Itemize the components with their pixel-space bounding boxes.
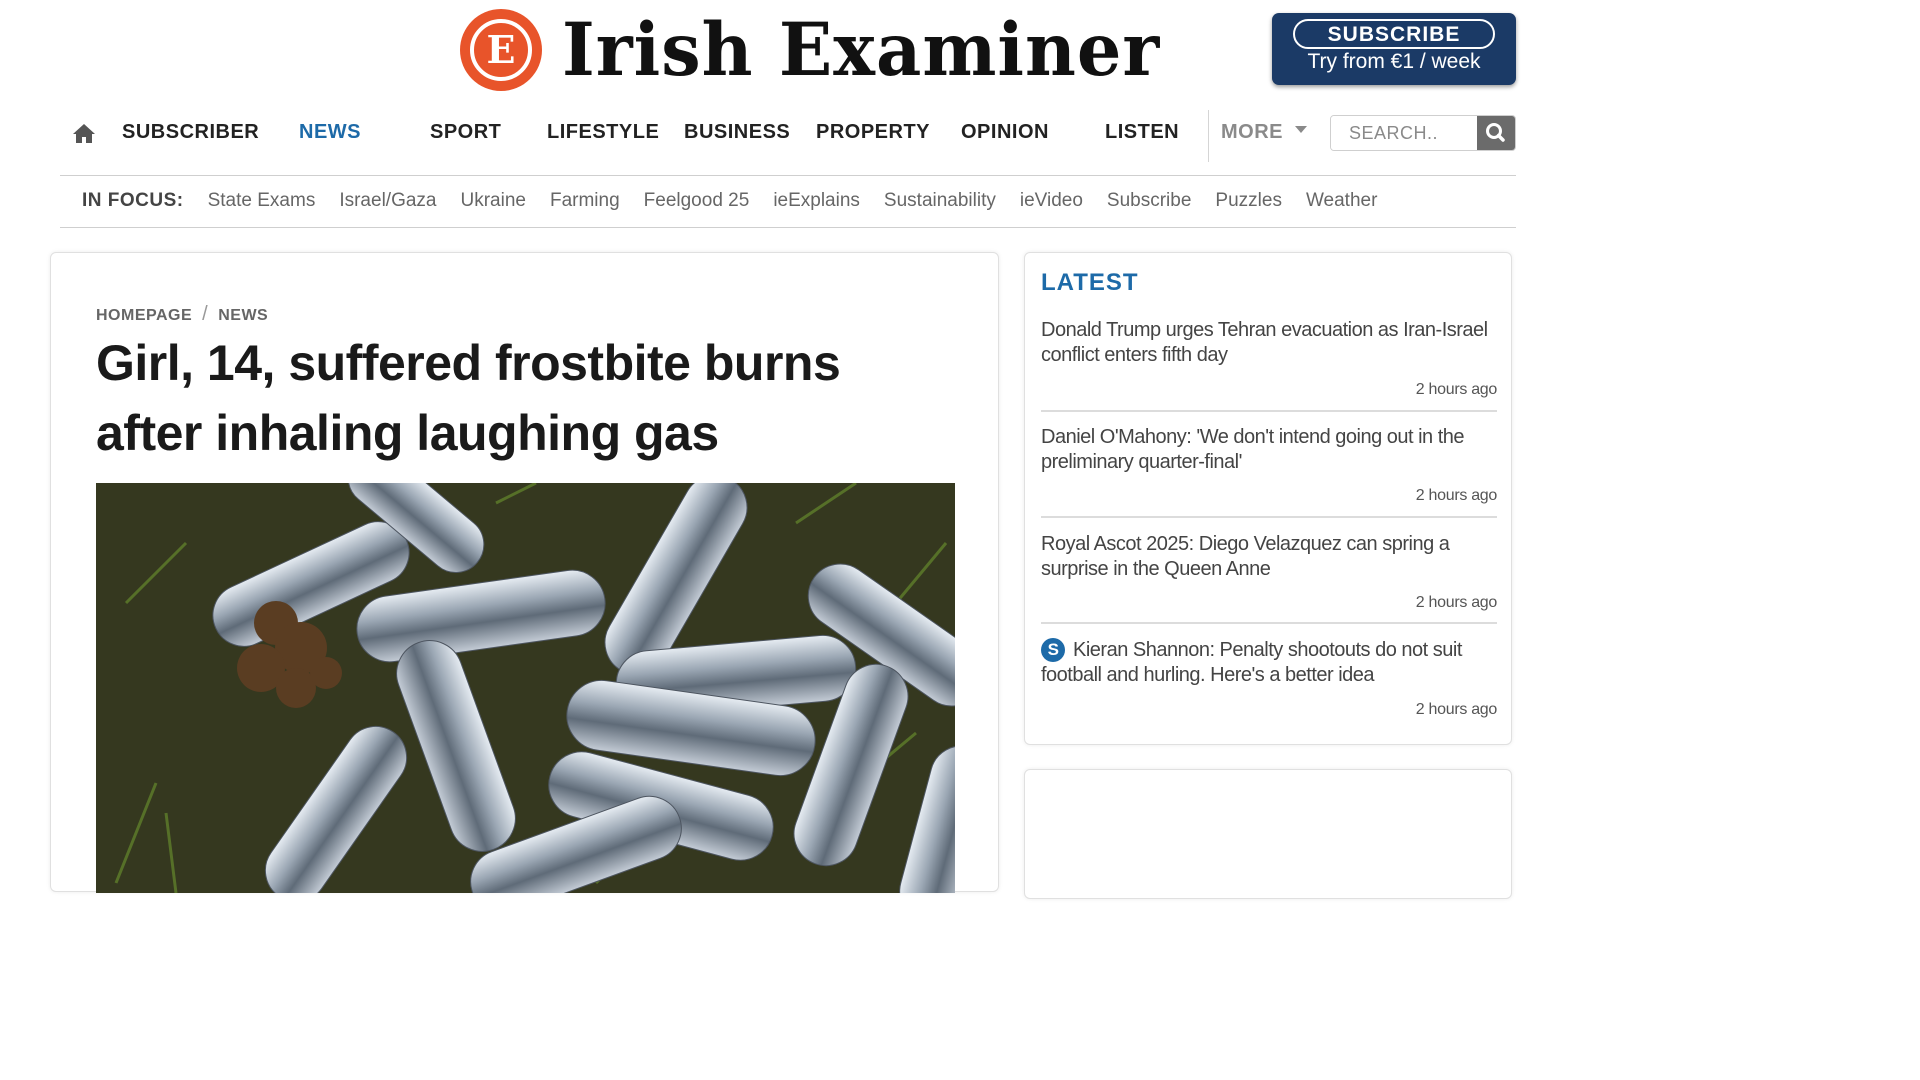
in-focus-link[interactable]: Sustainability — [884, 190, 996, 212]
subscribe-button[interactable]: SUBSCRIBE Try from €1 / week — [1272, 13, 1516, 85]
in-focus-bar: IN FOCUS: State Exams Israel/Gaza Ukrain… — [82, 190, 1401, 212]
site-logo[interactable]: E Irish Examiner — [460, 5, 1161, 94]
breadcrumb-home[interactable]: HOMEPAGE — [96, 307, 192, 324]
latest-item-divider — [1041, 622, 1497, 624]
latest-item-headline: Kieran Shannon: Penalty shootouts do not… — [1041, 639, 1462, 686]
in-focus-divider-line — [60, 227, 1516, 228]
latest-item-headline[interactable]: Daniel O'Mahony: 'We don't intend going … — [1041, 425, 1497, 475]
nav-divider — [1208, 110, 1209, 162]
latest-item: Daniel O'Mahony: 'We don't intend going … — [1041, 425, 1497, 531]
more-label: MORE — [1221, 121, 1283, 143]
more-menu[interactable]: MORE — [1221, 121, 1307, 144]
latest-item: Donald Trump urges Tehran evacuation as … — [1041, 318, 1497, 424]
masthead: E Irish Examiner SUBSCRIBE Try from €1 /… — [0, 0, 1556, 100]
latest-item-headline[interactable]: Royal Ascot 2025: Diego Velazquez can sp… — [1041, 532, 1497, 582]
in-focus-label: IN FOCUS: — [82, 190, 184, 211]
in-focus-link[interactable]: Israel/Gaza — [339, 190, 436, 212]
logo-letter: E — [470, 18, 532, 81]
nav-item-business[interactable]: BUSINESS — [684, 121, 790, 144]
nav-item-subscriber[interactable]: SUBSCRIBER — [122, 121, 259, 144]
in-focus-link[interactable]: Feelgood 25 — [644, 190, 750, 212]
nav-item-lifestyle[interactable]: LIFESTYLE — [547, 121, 659, 144]
latest-title: LATEST — [1041, 269, 1139, 296]
in-focus-link[interactable]: State Exams — [208, 190, 316, 212]
latest-item: S Kieran Shannon: Penalty shootouts do no… — [1041, 638, 1497, 738]
article-card: HOMEPAGE / NEWS Girl, 14, suffered frostbi… — [50, 252, 999, 893]
nav-item-opinion[interactable]: OPINION — [961, 121, 1049, 144]
article-hero-image[interactable] — [96, 483, 955, 893]
latest-panel: LATEST Donald Trump urges Tehran evacuat… — [1024, 252, 1512, 745]
latest-item: Royal Ascot 2025: Diego Velazquez can sp… — [1041, 532, 1497, 638]
latest-item-headline[interactable]: Donald Trump urges Tehran evacuation as … — [1041, 318, 1497, 368]
logo-emblem-icon: E — [460, 8, 542, 91]
nav-divider-line — [60, 175, 1516, 176]
ad-slot — [1024, 769, 1512, 899]
subscribe-price: Try from €1 / week — [1307, 50, 1481, 73]
in-focus-link[interactable]: ieExplains — [773, 190, 860, 212]
latest-item-divider — [1041, 410, 1497, 412]
subscriber-badge-icon: S — [1041, 638, 1065, 662]
in-focus-link[interactable]: Puzzles — [1215, 190, 1282, 212]
chevron-down-icon — [1295, 126, 1307, 134]
in-focus-link[interactable]: Weather — [1306, 190, 1377, 212]
search-button[interactable] — [1477, 116, 1515, 150]
latest-item-headline-row[interactable]: S Kieran Shannon: Penalty shootouts do no… — [1041, 638, 1497, 688]
article-headline: Girl, 14, suffered frostbite burns after… — [96, 335, 841, 461]
main-nav: SUBSCRIBER NEWS SPORT LIFESTYLE BUSINESS… — [60, 106, 1516, 166]
search-icon — [1486, 123, 1505, 142]
in-focus-link[interactable]: Subscribe — [1107, 190, 1192, 212]
latest-item-time: 2 hours ago — [1415, 381, 1498, 398]
in-focus-link[interactable]: Ukraine — [460, 190, 525, 212]
logo-wordmark: Irish Examiner — [562, 5, 1161, 94]
canisters-image — [96, 483, 955, 893]
subscribe-label: SUBSCRIBE — [1293, 19, 1495, 49]
nav-item-property[interactable]: PROPERTY — [816, 121, 930, 144]
home-icon[interactable] — [72, 122, 96, 144]
latest-item-time: 2 hours ago — [1415, 487, 1498, 504]
search-input[interactable] — [1331, 116, 1479, 150]
breadcrumb: HOMEPAGE / NEWS — [96, 303, 268, 326]
latest-item-time: 2 hours ago — [1415, 594, 1498, 611]
nav-item-sport[interactable]: SPORT — [430, 121, 501, 144]
nav-item-news[interactable]: NEWS — [299, 121, 361, 144]
breadcrumb-separator: / — [202, 303, 209, 325]
in-focus-link[interactable]: Farming — [550, 190, 620, 212]
latest-item-time: 2 hours ago — [1415, 701, 1498, 718]
latest-item-divider — [1041, 516, 1497, 518]
in-focus-link[interactable]: ieVideo — [1020, 190, 1083, 212]
breadcrumb-news[interactable]: NEWS — [218, 307, 268, 324]
search-form — [1330, 115, 1516, 151]
nav-item-listen[interactable]: LISTEN — [1105, 121, 1179, 144]
